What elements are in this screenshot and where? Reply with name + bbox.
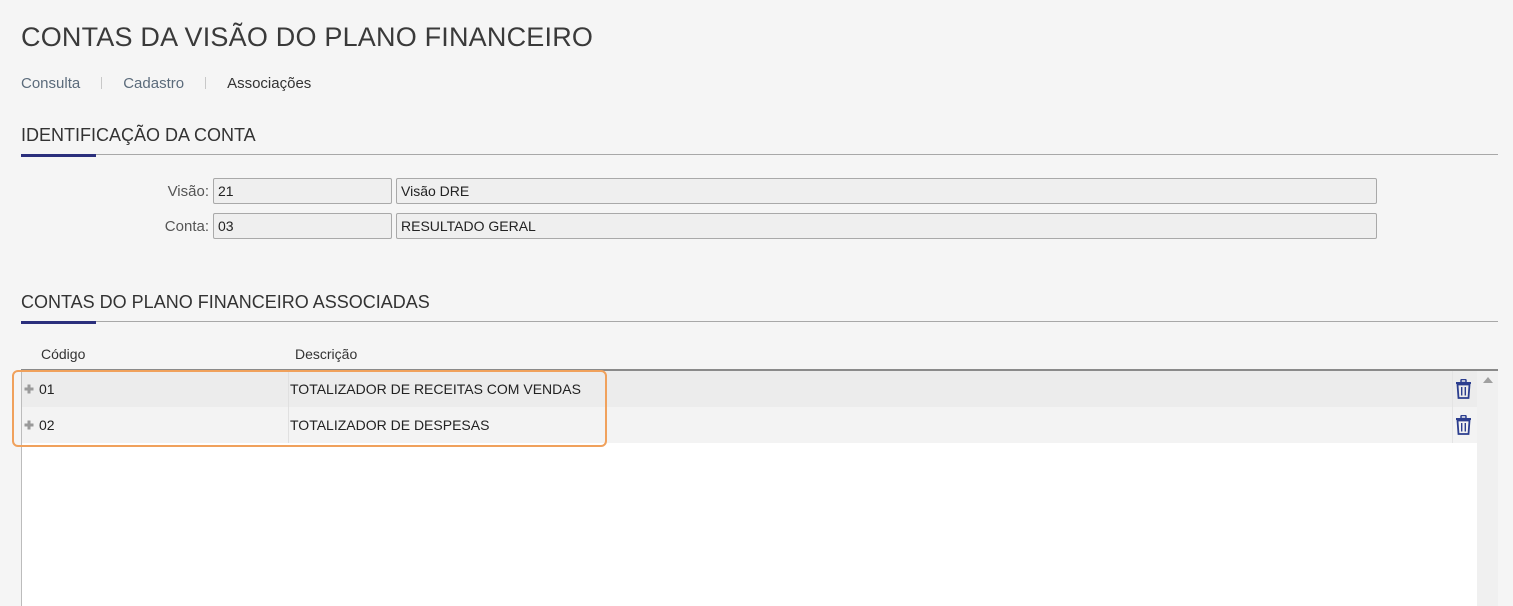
visao-label: Visão: bbox=[167, 183, 209, 200]
arrow-up-icon[interactable] bbox=[1483, 377, 1493, 383]
section-rule bbox=[21, 321, 1498, 322]
plus-icon[interactable] bbox=[24, 420, 34, 430]
section-accent bbox=[21, 154, 96, 157]
conta-label: Conta: bbox=[164, 218, 209, 235]
table-row[interactable]: 01 TOTALIZADOR DE RECEITAS COM VENDAS bbox=[22, 371, 1478, 407]
visao-code-field: 21 bbox=[213, 178, 392, 204]
associations-grid: 01 TOTALIZADOR DE RECEITAS COM VENDAS 02… bbox=[21, 371, 1478, 606]
section-title-associated: CONTAS DO PLANO FINANCEIRO ASSOCIADAS bbox=[21, 292, 430, 312]
cell-code: 02 bbox=[39, 417, 55, 433]
section-title-identification: IDENTIFICAÇÃO DA CONTA bbox=[21, 125, 256, 145]
tab-divider bbox=[205, 77, 207, 89]
visao-description-field: Visão DRE bbox=[396, 178, 1377, 204]
tab-divider bbox=[101, 77, 103, 89]
cell-description: TOTALIZADOR DE RECEITAS COM VENDAS bbox=[290, 381, 581, 397]
vertical-scrollbar[interactable] bbox=[1477, 371, 1498, 606]
tab-consulta[interactable]: Consulta bbox=[21, 75, 80, 92]
plus-icon[interactable] bbox=[24, 384, 34, 394]
column-header-description[interactable]: Descrição bbox=[295, 346, 357, 362]
section-rule bbox=[21, 154, 1498, 155]
column-header-code[interactable]: Código bbox=[41, 346, 85, 362]
cell-description: TOTALIZADOR DE DESPESAS bbox=[290, 417, 490, 433]
table-row[interactable]: 02 TOTALIZADOR DE DESPESAS bbox=[22, 407, 1478, 443]
cell-divider bbox=[288, 407, 289, 443]
tab-bar: Consulta Cadastro Associações bbox=[21, 74, 311, 92]
trash-icon[interactable] bbox=[1452, 378, 1474, 400]
conta-description-field: RESULTADO GERAL bbox=[396, 213, 1377, 239]
page-title: CONTAS DA VISÃO DO PLANO FINANCEIRO bbox=[21, 22, 594, 52]
cell-code: 01 bbox=[39, 381, 55, 397]
tab-associacoes[interactable]: Associações bbox=[227, 75, 311, 92]
tab-cadastro[interactable]: Cadastro bbox=[123, 75, 184, 92]
conta-code-field: 03 bbox=[213, 213, 392, 239]
section-accent bbox=[21, 321, 96, 324]
trash-icon[interactable] bbox=[1452, 414, 1474, 436]
cell-divider bbox=[288, 371, 289, 407]
